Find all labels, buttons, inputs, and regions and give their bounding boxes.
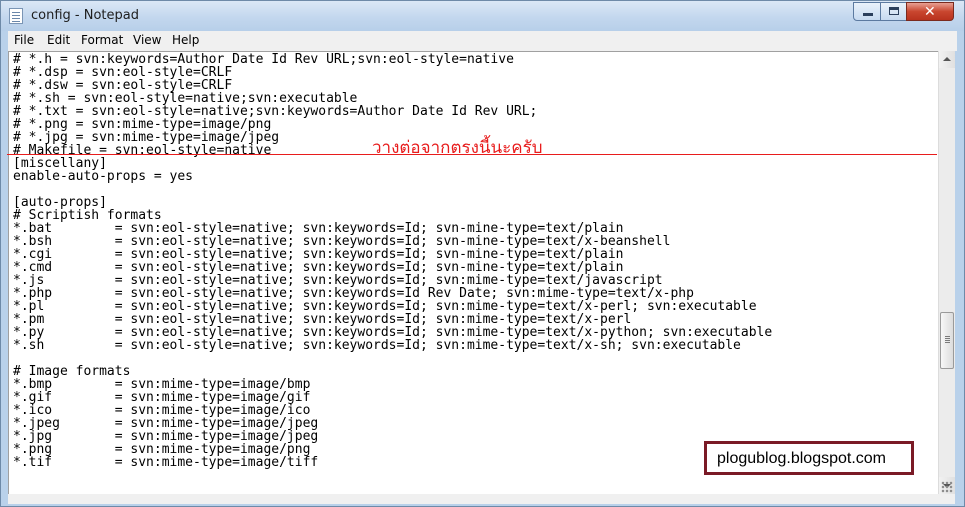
window-bottom-border <box>8 494 955 504</box>
menu-edit[interactable]: Edit <box>47 33 70 47</box>
menu-format[interactable]: Format <box>81 33 123 47</box>
menu-file[interactable]: File <box>14 33 34 47</box>
paste-here-annotation: วางต่อจากตรงนี้นะครับ <box>372 138 543 158</box>
window-title: config - Notepad <box>31 8 139 23</box>
scroll-thumb[interactable] <box>940 312 954 369</box>
text-editor[interactable]: # *.h = svn:keywords=Author Date Id Rev … <box>8 51 938 494</box>
blog-watermark: plogublog.blogspot.com <box>704 441 914 475</box>
scroll-up-arrow-icon[interactable] <box>939 51 955 68</box>
maximize-button[interactable] <box>880 2 907 21</box>
title-bar[interactable]: config - Notepad ✕ <box>1 1 964 31</box>
watermark-text: plogublog.blogspot.com <box>717 450 887 467</box>
menu-help[interactable]: Help <box>172 33 199 47</box>
maximize-icon <box>889 7 899 15</box>
menu-bar: File Edit Format View Help <box>8 31 957 51</box>
notepad-window: config - Notepad ✕ File Edit Format View… <box>0 0 965 507</box>
close-icon: ✕ <box>924 4 936 20</box>
text-line: *.tif = svn:mime-type=image/tiff <box>13 455 319 470</box>
minimize-button[interactable] <box>853 2 881 21</box>
menu-view[interactable]: View <box>133 33 161 47</box>
close-button[interactable]: ✕ <box>906 2 954 21</box>
vertical-scrollbar[interactable] <box>938 51 955 494</box>
text-line: enable-auto-props = yes <box>13 169 194 184</box>
text-line: *.sh = svn:eol-style=native; svn:keyword… <box>13 338 741 353</box>
notepad-icon[interactable] <box>9 8 23 24</box>
resize-grip-icon[interactable] <box>941 481 953 493</box>
minimize-icon <box>863 13 873 16</box>
text-line <box>13 183 772 196</box>
editor-content: # *.h = svn:keywords=Author Date Id Rev … <box>13 53 772 469</box>
